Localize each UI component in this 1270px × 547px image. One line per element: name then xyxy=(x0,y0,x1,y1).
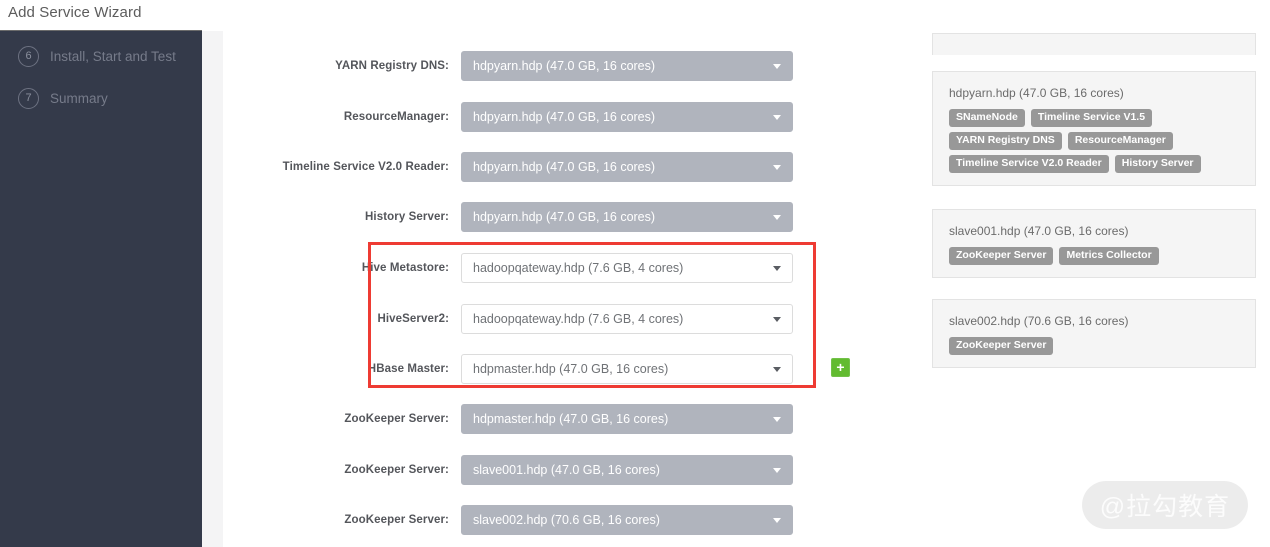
assignment-row-timeline-service-v2-reader: Timeline Service V2.0 Reader: hdpyarn.hd… xyxy=(223,151,793,183)
component-label: ZooKeeper Server: xyxy=(344,514,449,526)
plus-icon: + xyxy=(836,359,845,375)
assignment-row-zookeeper-server-2: ZooKeeper Server: slave001.hdp (47.0 GB,… xyxy=(223,454,793,486)
host-select-value: hdpyarn.hdp (47.0 GB, 16 cores) xyxy=(473,210,656,224)
chevron-down-icon xyxy=(773,317,781,322)
host-select-history-server[interactable]: hdpyarn.hdp (47.0 GB, 16 cores) xyxy=(461,202,793,232)
host-component-badges: ZooKeeper Server Metrics Collector xyxy=(949,247,1239,266)
component-badge: ZooKeeper Server xyxy=(949,337,1054,356)
step-label: Install, Start and Test xyxy=(50,48,176,64)
chevron-down-icon xyxy=(773,417,781,422)
assignment-row-hive-metastore: Hive Metastore: hadoopqateway.hdp (7.6 G… xyxy=(223,252,793,284)
host-select-value: hdpyarn.hdp (47.0 GB, 16 cores) xyxy=(473,160,656,174)
chevron-down-icon xyxy=(773,518,781,523)
assignment-row-zookeeper-server-1: ZooKeeper Server: hdpmaster.hdp (47.0 GB… xyxy=(223,403,793,435)
host-select-value: hdpyarn.hdp (47.0 GB, 16 cores) xyxy=(473,110,656,124)
component-badge: Timeline Service V1.5 xyxy=(1030,109,1153,128)
host-select-value: slave001.hdp (47.0 GB, 16 cores) xyxy=(473,463,660,477)
component-label: Timeline Service V2.0 Reader: xyxy=(282,161,449,173)
host-component-badges: SNameNode Timeline Service V1.5 YARN Reg… xyxy=(949,109,1239,174)
component-badge: ResourceManager xyxy=(1067,132,1173,151)
host-select-hbase-master[interactable]: hdpmaster.hdp (47.0 GB, 16 cores) xyxy=(461,354,793,384)
sidebar-step-install-start-and-test[interactable]: 6 Install, Start and Test xyxy=(18,43,176,69)
host-select-hiveserver2[interactable]: hadoopqateway.hdp (7.6 GB, 4 cores) xyxy=(461,304,793,334)
chevron-down-icon xyxy=(773,266,781,271)
component-label: HBase Master: xyxy=(367,363,449,375)
host-select-value: slave002.hdp (70.6 GB, 16 cores) xyxy=(473,513,660,527)
host-card-title: slave002.hdp (70.6 GB, 16 cores) xyxy=(949,314,1129,328)
host-card-hdpyarn: hdpyarn.hdp (47.0 GB, 16 cores) SNameNod… xyxy=(932,71,1256,187)
host-select-hive-metastore[interactable]: hadoopqateway.hdp (7.6 GB, 4 cores) xyxy=(461,253,793,283)
chevron-down-icon xyxy=(773,367,781,372)
page-title: Add Service Wizard xyxy=(8,4,142,21)
host-select-zookeeper-server-1[interactable]: hdpmaster.hdp (47.0 GB, 16 cores) xyxy=(461,404,793,434)
component-badge: Metrics Collector xyxy=(1059,247,1159,266)
sidebar-gutter xyxy=(202,31,223,547)
assignment-row-hiveserver2: HiveServer2: hadoopqateway.hdp (7.6 GB, … xyxy=(223,303,793,335)
assignment-row-zookeeper-server-3: ZooKeeper Server: slave002.hdp (70.6 GB,… xyxy=(223,504,793,536)
assignment-row-yarn-registry-dns: YARN Registry DNS: hdpyarn.hdp (47.0 GB,… xyxy=(223,50,793,82)
host-component-badges: ZooKeeper Server xyxy=(949,337,1239,356)
host-select-timeline-service-v2-reader[interactable]: hdpyarn.hdp (47.0 GB, 16 cores) xyxy=(461,152,793,182)
host-card-title: hdpyarn.hdp (47.0 GB, 16 cores) xyxy=(949,86,1124,100)
component-badge: History Server xyxy=(1114,155,1201,174)
host-select-yarn-registry-dns[interactable]: hdpyarn.hdp (47.0 GB, 16 cores) xyxy=(461,51,793,81)
component-label: YARN Registry DNS: xyxy=(335,60,449,72)
add-component-button[interactable]: + xyxy=(831,358,850,377)
component-label: ZooKeeper Server: xyxy=(344,413,449,425)
chevron-down-icon xyxy=(773,115,781,120)
step-number-badge: 6 xyxy=(18,45,39,67)
assignment-row-hbase-master: HBase Master: hdpmaster.hdp (47.0 GB, 16… xyxy=(223,353,793,385)
master-assignment-form: YARN Registry DNS: hdpyarn.hdp (47.0 GB,… xyxy=(223,31,923,547)
host-select-value: hadoopqateway.hdp (7.6 GB, 4 cores) xyxy=(473,312,684,326)
step-number-badge: 7 xyxy=(18,87,39,109)
watermark: @拉勾教育 xyxy=(1082,481,1248,529)
chevron-down-icon xyxy=(773,64,781,69)
host-card-slave002: slave002.hdp (70.6 GB, 16 cores) ZooKeep… xyxy=(932,299,1256,369)
component-label: ZooKeeper Server: xyxy=(344,464,449,476)
host-card-slave001: slave001.hdp (47.0 GB, 16 cores) ZooKeep… xyxy=(932,209,1256,279)
host-summary-panel: hdpyarn.hdp (47.0 GB, 16 cores) SNameNod… xyxy=(932,31,1256,547)
host-select-value: hdpmaster.hdp (47.0 GB, 16 cores) xyxy=(473,412,669,426)
component-badge: Timeline Service V2.0 Reader xyxy=(949,155,1109,174)
watermark-text: @拉勾教育 xyxy=(1099,493,1231,521)
host-select-zookeeper-server-2[interactable]: slave001.hdp (47.0 GB, 16 cores) xyxy=(461,455,793,485)
assignment-row-resourcemanager: ResourceManager: hdpyarn.hdp (47.0 GB, 1… xyxy=(223,101,793,133)
component-badge: YARN Registry DNS xyxy=(949,132,1062,151)
chevron-down-icon xyxy=(773,165,781,170)
assignment-row-history-server: History Server: hdpyarn.hdp (47.0 GB, 16… xyxy=(223,201,793,233)
component-label: HiveServer2: xyxy=(377,313,449,325)
step-label: Summary xyxy=(50,90,108,106)
host-select-value: hdpmaster.hdp (47.0 GB, 16 cores) xyxy=(473,362,669,376)
sidebar-step-summary[interactable]: 7 Summary xyxy=(18,85,108,111)
host-select-resourcemanager[interactable]: hdpyarn.hdp (47.0 GB, 16 cores) xyxy=(461,102,793,132)
component-label: Hive Metastore: xyxy=(361,262,449,274)
component-badge: ZooKeeper Server xyxy=(949,247,1054,266)
host-select-value: hdpyarn.hdp (47.0 GB, 16 cores) xyxy=(473,59,656,73)
chevron-down-icon xyxy=(773,468,781,473)
host-select-value: hadoopqateway.hdp (7.6 GB, 4 cores) xyxy=(473,261,684,275)
host-card-partial xyxy=(932,33,1256,55)
host-card-title: slave001.hdp (47.0 GB, 16 cores) xyxy=(949,224,1129,238)
component-badge: SNameNode xyxy=(949,109,1025,128)
wizard-sidebar: 6 Install, Start and Test 7 Summary xyxy=(0,31,202,547)
window-titlebar: Add Service Wizard xyxy=(0,0,1270,31)
host-select-zookeeper-server-3[interactable]: slave002.hdp (70.6 GB, 16 cores) xyxy=(461,505,793,535)
component-label: ResourceManager: xyxy=(343,111,449,123)
component-label: History Server: xyxy=(365,211,449,223)
chevron-down-icon xyxy=(773,215,781,220)
